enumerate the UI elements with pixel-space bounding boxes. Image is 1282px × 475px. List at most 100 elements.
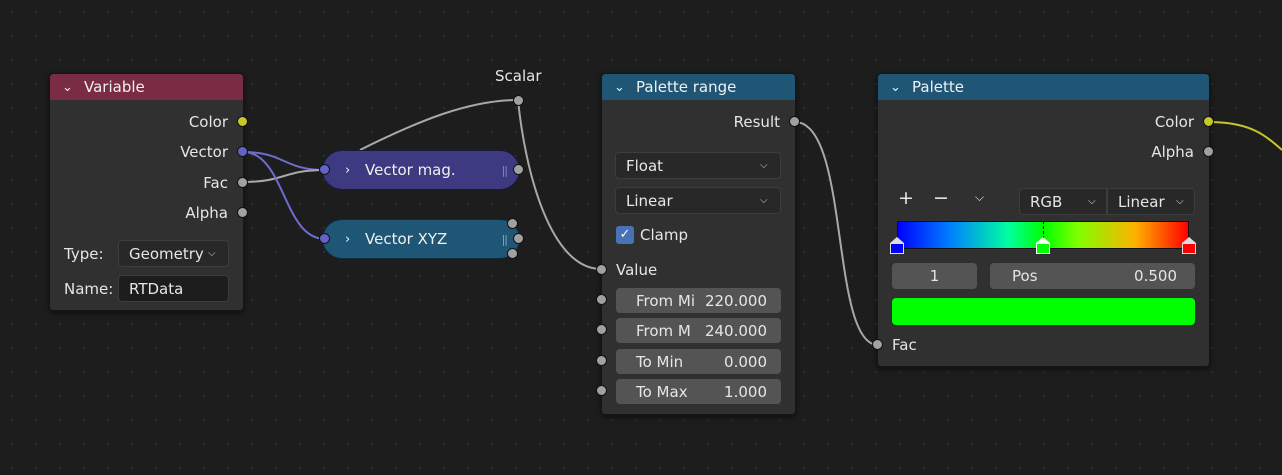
output-alpha-label: Alpha bbox=[185, 204, 228, 222]
chevron-down-icon: ⌵ bbox=[1088, 196, 1096, 207]
type-dropdown[interactable]: Geometry ⌵ bbox=[118, 240, 229, 267]
vector-mag-node[interactable]: › Vector mag. || bbox=[322, 150, 520, 190]
to-min-field[interactable]: To Min 0.000 bbox=[616, 349, 781, 374]
stop-position-value: 0.500 bbox=[1134, 267, 1177, 285]
ramp-stop-2[interactable] bbox=[1182, 237, 1196, 254]
chevron-down-icon: ⌵ bbox=[760, 160, 768, 171]
from-max-socket[interactable] bbox=[596, 324, 607, 335]
palette-range-header[interactable]: ⌄ Palette range bbox=[602, 74, 795, 100]
color-mode-dropdown[interactable]: RGB ⌵ bbox=[1019, 188, 1107, 215]
to-max-value: 1.000 bbox=[724, 382, 767, 401]
stop-color-swatch[interactable] bbox=[892, 298, 1195, 325]
from-min-value: 220.000 bbox=[704, 291, 767, 310]
link-color-out bbox=[1208, 121, 1282, 151]
palette-range-node[interactable]: ⌄ Palette range Result Float ⌵ Linear ⌵ … bbox=[601, 73, 796, 415]
grip-icon: || bbox=[501, 164, 509, 177]
to-min-value: 0.000 bbox=[724, 352, 767, 371]
interpolation-value: Linear bbox=[626, 191, 673, 210]
chevron-down-icon: ⌵ bbox=[208, 248, 216, 259]
output-color-label: Color bbox=[188, 113, 228, 131]
type-value: Geometry bbox=[129, 244, 204, 263]
palette-color-socket[interactable] bbox=[1203, 116, 1214, 127]
stop-position-label: Pos bbox=[1012, 267, 1038, 285]
grip-icon: || bbox=[501, 233, 509, 246]
stop-position-field[interactable]: Pos 0.500 bbox=[990, 263, 1195, 289]
chevron-down-icon[interactable]: ⌵ bbox=[975, 190, 984, 205]
interpolation-dropdown[interactable]: Linear ⌵ bbox=[615, 187, 781, 214]
palette-interpolation-value: Linear bbox=[1118, 192, 1165, 211]
name-value: RTData bbox=[129, 279, 184, 298]
result-label: Result bbox=[733, 113, 780, 131]
chevron-down-icon[interactable]: ⌄ bbox=[614, 80, 630, 95]
chevron-down-icon: ⌵ bbox=[760, 195, 768, 206]
to-max-socket[interactable] bbox=[596, 385, 607, 396]
clamp-label: Clamp bbox=[640, 226, 688, 244]
value-input-socket[interactable] bbox=[596, 264, 607, 275]
output-fac-label: Fac bbox=[203, 174, 228, 192]
palette-color-label: Color bbox=[1154, 113, 1194, 131]
to-max-field[interactable]: To Max 1.000 bbox=[616, 379, 781, 404]
chevron-down-icon: ⌵ bbox=[1176, 196, 1184, 207]
from-min-field[interactable]: From Mi 220.000 bbox=[616, 288, 781, 313]
clamp-checkbox[interactable]: ✓ bbox=[616, 226, 634, 244]
variable-alpha-socket[interactable] bbox=[237, 207, 248, 218]
add-stop-button[interactable]: + bbox=[898, 187, 914, 209]
to-min-socket[interactable] bbox=[596, 355, 607, 366]
chevron-right-icon[interactable]: › bbox=[345, 163, 359, 178]
chevron-right-icon[interactable]: › bbox=[345, 232, 359, 247]
to-max-label: To Max bbox=[636, 382, 688, 401]
palette-alpha-label: Alpha bbox=[1151, 143, 1194, 161]
palette-interpolation-dropdown[interactable]: Linear ⌵ bbox=[1107, 188, 1195, 215]
vector-xyz-x-socket[interactable] bbox=[507, 218, 518, 229]
to-min-label: To Min bbox=[636, 352, 684, 371]
value-input-label: Value bbox=[616, 261, 658, 279]
chevron-down-icon[interactable]: ⌄ bbox=[62, 80, 78, 95]
vector-xyz-input-socket[interactable] bbox=[319, 233, 330, 244]
link-fac-to-vectormag bbox=[242, 169, 326, 183]
fac-input-label: Fac bbox=[892, 336, 917, 354]
variable-fac-socket[interactable] bbox=[237, 177, 248, 188]
datatype-dropdown[interactable]: Float ⌵ bbox=[615, 152, 781, 179]
from-min-socket[interactable] bbox=[596, 294, 607, 305]
type-label: Type: bbox=[64, 245, 104, 263]
remove-stop-button[interactable]: − bbox=[933, 187, 949, 209]
palette-alpha-socket[interactable] bbox=[1203, 146, 1214, 157]
vector-mag-label: Vector mag. bbox=[365, 161, 456, 179]
vector-mag-output-socket[interactable] bbox=[513, 164, 524, 175]
link-vectormag-to-scalar bbox=[359, 99, 519, 151]
scalar-reroute-label: Scalar bbox=[495, 67, 542, 85]
vector-xyz-z-socket[interactable] bbox=[507, 248, 518, 259]
link-vector-to-vectorxyz bbox=[242, 151, 326, 240]
name-input[interactable]: RTData bbox=[118, 275, 229, 302]
chevron-down-icon[interactable]: ⌄ bbox=[890, 80, 906, 95]
variable-vector-socket[interactable] bbox=[237, 146, 248, 157]
from-max-label: From M bbox=[636, 321, 691, 340]
scalar-reroute-socket[interactable] bbox=[513, 95, 524, 106]
from-max-value: 240.000 bbox=[704, 321, 767, 340]
ramp-stop-1[interactable] bbox=[1036, 237, 1050, 254]
result-output-socket[interactable] bbox=[789, 116, 800, 127]
variable-node-header[interactable]: ⌄ Variable bbox=[50, 74, 243, 100]
from-min-label: From Mi bbox=[636, 291, 696, 310]
vector-xyz-label: Vector XYZ bbox=[365, 230, 448, 248]
palette-fac-socket[interactable] bbox=[872, 339, 883, 350]
active-stop-index-field[interactable]: 1 bbox=[892, 263, 977, 289]
palette-node[interactable]: ⌄ Palette Color Alpha + − ⌵ RGB ⌵ Linear… bbox=[877, 73, 1210, 367]
link-scalar-to-value bbox=[517, 99, 602, 270]
vector-xyz-node[interactable]: › Vector XYZ || bbox=[322, 219, 520, 259]
vector-xyz-y-socket[interactable] bbox=[513, 233, 524, 244]
from-max-field[interactable]: From M 240.000 bbox=[616, 318, 781, 343]
variable-node[interactable]: ⌄ Variable Color Vector Fac Alpha Type: … bbox=[49, 73, 244, 311]
ramp-stop-0[interactable] bbox=[890, 237, 904, 254]
palette-node-title: Palette bbox=[912, 78, 964, 96]
datatype-value: Float bbox=[626, 156, 664, 175]
palette-range-title: Palette range bbox=[636, 78, 737, 96]
variable-color-socket[interactable] bbox=[237, 116, 248, 127]
output-vector-label: Vector bbox=[180, 143, 228, 161]
variable-node-title: Variable bbox=[84, 78, 145, 96]
color-mode-value: RGB bbox=[1030, 192, 1063, 211]
active-stop-index-value: 1 bbox=[929, 267, 940, 285]
vector-mag-input-socket[interactable] bbox=[319, 164, 330, 175]
name-label: Name: bbox=[64, 280, 114, 298]
palette-node-header[interactable]: ⌄ Palette bbox=[878, 74, 1209, 100]
